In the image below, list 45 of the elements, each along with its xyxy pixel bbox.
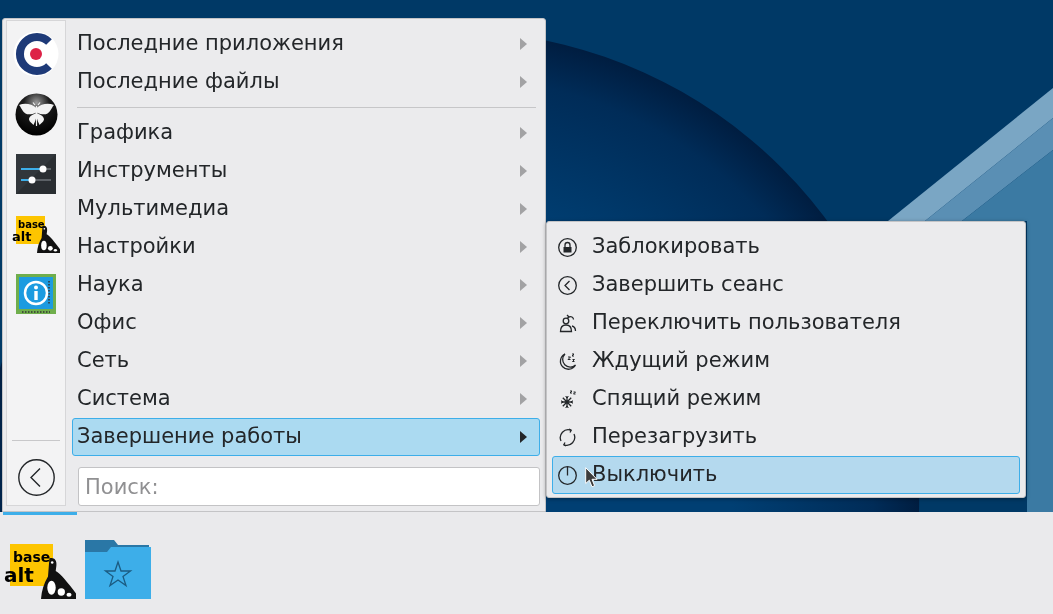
menu-item[interactable]: Последние приложения — [72, 25, 540, 63]
menu-item[interactable]: Последние файлы — [72, 63, 540, 101]
chevron-circle-icon — [558, 275, 577, 295]
submenu-arrow-icon — [520, 241, 527, 253]
menu-item[interactable]: Завершить сеанс — [552, 266, 1020, 304]
logo-text: base — [13, 550, 51, 564]
submenu-arrow-icon — [520, 317, 527, 329]
menu-item[interactable]: Перезагрузить — [552, 418, 1020, 456]
submenu-arrow-icon — [520, 279, 527, 291]
butterfly-icon[interactable] — [14, 92, 58, 136]
submenu-arrow-icon — [520, 127, 527, 139]
c-logo-icon[interactable] — [13, 31, 59, 77]
menu-item[interactable]: Заблокировать — [552, 228, 1020, 266]
menu-item[interactable]: Выключить — [552, 456, 1020, 494]
menu-item[interactable]: Сеть — [72, 342, 540, 380]
menu-item[interactable]: Ждущий режим — [552, 342, 1020, 380]
circular-arrows-icon — [558, 427, 577, 447]
power-icon — [558, 465, 577, 485]
submenu-arrow-icon — [520, 165, 527, 177]
menu-item[interactable]: Спящий режим — [552, 380, 1020, 418]
sliders-icon[interactable] — [16, 154, 56, 194]
search-field[interactable]: Поиск: — [78, 467, 540, 506]
submenu-arrow-icon — [520, 355, 527, 367]
lock-icon — [558, 237, 577, 257]
menu-item[interactable]: Завершение работы — [72, 418, 540, 456]
menu-item[interactable]: Мультимедиа — [72, 190, 540, 228]
users-icon — [558, 313, 577, 333]
moon-icon — [558, 351, 577, 371]
submenu-arrow-icon — [520, 38, 527, 50]
submenu-arrow-icon — [520, 76, 527, 88]
submenu-arrow-icon — [520, 431, 527, 443]
submenu-arrow-icon — [520, 203, 527, 215]
menu-item[interactable]: Наука — [72, 266, 540, 304]
info-icon[interactable] — [16, 274, 56, 314]
folder-icon[interactable] — [85, 540, 151, 599]
menu-item[interactable]: Инструменты — [72, 152, 540, 190]
menu-item[interactable]: Переключить пользователя — [552, 304, 1020, 342]
submenu-arrow-icon — [520, 393, 527, 405]
menu-item[interactable]: Система — [72, 380, 540, 418]
logo-text: base — [18, 219, 45, 230]
back-icon[interactable] — [17, 459, 55, 496]
snowflake-icon — [558, 389, 577, 409]
menu-item[interactable]: Офис — [72, 304, 540, 342]
menu-item[interactable]: Графика — [72, 114, 540, 152]
menu-item[interactable]: Настройки — [72, 228, 540, 266]
